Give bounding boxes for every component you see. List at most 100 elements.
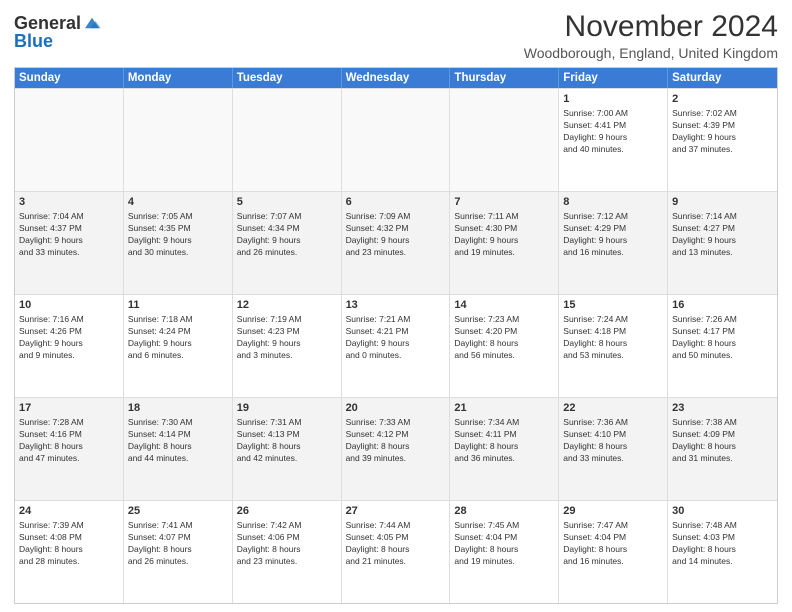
day-detail: Sunrise: 7:26 AM Sunset: 4:17 PM Dayligh… — [672, 314, 773, 362]
cal-cell-empty — [450, 89, 559, 191]
cal-cell-day-19: 19Sunrise: 7:31 AM Sunset: 4:13 PM Dayli… — [233, 398, 342, 500]
cal-cell-day-26: 26Sunrise: 7:42 AM Sunset: 4:06 PM Dayli… — [233, 501, 342, 603]
day-detail: Sunrise: 7:30 AM Sunset: 4:14 PM Dayligh… — [128, 417, 228, 465]
cal-cell-day-10: 10Sunrise: 7:16 AM Sunset: 4:26 PM Dayli… — [15, 295, 124, 397]
day-detail: Sunrise: 7:07 AM Sunset: 4:34 PM Dayligh… — [237, 211, 337, 259]
day-detail: Sunrise: 7:02 AM Sunset: 4:39 PM Dayligh… — [672, 108, 773, 156]
day-number: 12 — [237, 298, 337, 313]
day-number: 6 — [346, 195, 446, 210]
day-number: 16 — [672, 298, 773, 313]
day-detail: Sunrise: 7:16 AM Sunset: 4:26 PM Dayligh… — [19, 314, 119, 362]
day-detail: Sunrise: 7:44 AM Sunset: 4:05 PM Dayligh… — [346, 520, 446, 568]
cal-cell-day-11: 11Sunrise: 7:18 AM Sunset: 4:24 PM Dayli… — [124, 295, 233, 397]
cal-header-friday: Friday — [559, 68, 668, 88]
cal-cell-day-4: 4Sunrise: 7:05 AM Sunset: 4:35 PM Daylig… — [124, 192, 233, 294]
logo-blue: Blue — [14, 32, 53, 50]
day-detail: Sunrise: 7:11 AM Sunset: 4:30 PM Dayligh… — [454, 211, 554, 259]
cal-cell-day-17: 17Sunrise: 7:28 AM Sunset: 4:16 PM Dayli… — [15, 398, 124, 500]
cal-cell-day-3: 3Sunrise: 7:04 AM Sunset: 4:37 PM Daylig… — [15, 192, 124, 294]
cal-cell-empty — [233, 89, 342, 191]
cal-header-thursday: Thursday — [450, 68, 559, 88]
day-number: 21 — [454, 401, 554, 416]
day-number: 19 — [237, 401, 337, 416]
logo-general: General — [14, 14, 81, 32]
cal-cell-day-2: 2Sunrise: 7:02 AM Sunset: 4:39 PM Daylig… — [668, 89, 777, 191]
day-number: 9 — [672, 195, 773, 210]
day-detail: Sunrise: 7:34 AM Sunset: 4:11 PM Dayligh… — [454, 417, 554, 465]
day-detail: Sunrise: 7:04 AM Sunset: 4:37 PM Dayligh… — [19, 211, 119, 259]
day-detail: Sunrise: 7:39 AM Sunset: 4:08 PM Dayligh… — [19, 520, 119, 568]
cal-cell-day-24: 24Sunrise: 7:39 AM Sunset: 4:08 PM Dayli… — [15, 501, 124, 603]
day-detail: Sunrise: 7:05 AM Sunset: 4:35 PM Dayligh… — [128, 211, 228, 259]
calendar-header: SundayMondayTuesdayWednesdayThursdayFrid… — [15, 68, 777, 88]
day-number: 1 — [563, 92, 663, 107]
day-detail: Sunrise: 7:19 AM Sunset: 4:23 PM Dayligh… — [237, 314, 337, 362]
day-detail: Sunrise: 7:38 AM Sunset: 4:09 PM Dayligh… — [672, 417, 773, 465]
cal-cell-day-30: 30Sunrise: 7:48 AM Sunset: 4:03 PM Dayli… — [668, 501, 777, 603]
day-number: 26 — [237, 504, 337, 519]
cal-week-3: 10Sunrise: 7:16 AM Sunset: 4:26 PM Dayli… — [15, 294, 777, 397]
day-number: 23 — [672, 401, 773, 416]
cal-cell-day-7: 7Sunrise: 7:11 AM Sunset: 4:30 PM Daylig… — [450, 192, 559, 294]
day-detail: Sunrise: 7:23 AM Sunset: 4:20 PM Dayligh… — [454, 314, 554, 362]
cal-cell-empty — [15, 89, 124, 191]
day-number: 20 — [346, 401, 446, 416]
cal-week-5: 24Sunrise: 7:39 AM Sunset: 4:08 PM Dayli… — [15, 500, 777, 603]
cal-cell-day-14: 14Sunrise: 7:23 AM Sunset: 4:20 PM Dayli… — [450, 295, 559, 397]
cal-cell-day-6: 6Sunrise: 7:09 AM Sunset: 4:32 PM Daylig… — [342, 192, 451, 294]
day-number: 11 — [128, 298, 228, 313]
cal-cell-day-15: 15Sunrise: 7:24 AM Sunset: 4:18 PM Dayli… — [559, 295, 668, 397]
day-number: 13 — [346, 298, 446, 313]
cal-cell-day-13: 13Sunrise: 7:21 AM Sunset: 4:21 PM Dayli… — [342, 295, 451, 397]
day-number: 8 — [563, 195, 663, 210]
day-detail: Sunrise: 7:09 AM Sunset: 4:32 PM Dayligh… — [346, 211, 446, 259]
cal-header-wednesday: Wednesday — [342, 68, 451, 88]
day-number: 14 — [454, 298, 554, 313]
calendar: SundayMondayTuesdayWednesdayThursdayFrid… — [14, 67, 778, 604]
cal-cell-day-18: 18Sunrise: 7:30 AM Sunset: 4:14 PM Dayli… — [124, 398, 233, 500]
day-number: 4 — [128, 195, 228, 210]
day-detail: Sunrise: 7:45 AM Sunset: 4:04 PM Dayligh… — [454, 520, 554, 568]
cal-cell-day-29: 29Sunrise: 7:47 AM Sunset: 4:04 PM Dayli… — [559, 501, 668, 603]
day-detail: Sunrise: 7:12 AM Sunset: 4:29 PM Dayligh… — [563, 211, 663, 259]
cal-cell-day-16: 16Sunrise: 7:26 AM Sunset: 4:17 PM Dayli… — [668, 295, 777, 397]
day-number: 5 — [237, 195, 337, 210]
location: Woodborough, England, United Kingdom — [524, 45, 778, 61]
cal-cell-empty — [342, 89, 451, 191]
month-title: November 2024 — [524, 10, 778, 43]
logo: General Blue — [14, 14, 101, 50]
title-block: November 2024 Woodborough, England, Unit… — [524, 10, 778, 61]
day-detail: Sunrise: 7:14 AM Sunset: 4:27 PM Dayligh… — [672, 211, 773, 259]
day-detail: Sunrise: 7:21 AM Sunset: 4:21 PM Dayligh… — [346, 314, 446, 362]
day-number: 30 — [672, 504, 773, 519]
day-number: 25 — [128, 504, 228, 519]
cal-cell-day-1: 1Sunrise: 7:00 AM Sunset: 4:41 PM Daylig… — [559, 89, 668, 191]
cal-cell-day-21: 21Sunrise: 7:34 AM Sunset: 4:11 PM Dayli… — [450, 398, 559, 500]
day-number: 29 — [563, 504, 663, 519]
day-number: 7 — [454, 195, 554, 210]
cal-week-2: 3Sunrise: 7:04 AM Sunset: 4:37 PM Daylig… — [15, 191, 777, 294]
day-detail: Sunrise: 7:00 AM Sunset: 4:41 PM Dayligh… — [563, 108, 663, 156]
cal-header-saturday: Saturday — [668, 68, 777, 88]
day-detail: Sunrise: 7:41 AM Sunset: 4:07 PM Dayligh… — [128, 520, 228, 568]
day-detail: Sunrise: 7:42 AM Sunset: 4:06 PM Dayligh… — [237, 520, 337, 568]
day-detail: Sunrise: 7:18 AM Sunset: 4:24 PM Dayligh… — [128, 314, 228, 362]
cal-cell-day-22: 22Sunrise: 7:36 AM Sunset: 4:10 PM Dayli… — [559, 398, 668, 500]
cal-cell-day-12: 12Sunrise: 7:19 AM Sunset: 4:23 PM Dayli… — [233, 295, 342, 397]
header: General Blue November 2024 Woodborough, … — [14, 10, 778, 61]
cal-cell-day-27: 27Sunrise: 7:44 AM Sunset: 4:05 PM Dayli… — [342, 501, 451, 603]
cal-cell-day-20: 20Sunrise: 7:33 AM Sunset: 4:12 PM Dayli… — [342, 398, 451, 500]
day-number: 10 — [19, 298, 119, 313]
cal-cell-day-23: 23Sunrise: 7:38 AM Sunset: 4:09 PM Dayli… — [668, 398, 777, 500]
day-detail: Sunrise: 7:28 AM Sunset: 4:16 PM Dayligh… — [19, 417, 119, 465]
cal-cell-day-28: 28Sunrise: 7:45 AM Sunset: 4:04 PM Dayli… — [450, 501, 559, 603]
logo-icon — [83, 16, 101, 30]
day-number: 3 — [19, 195, 119, 210]
cal-header-tuesday: Tuesday — [233, 68, 342, 88]
day-number: 22 — [563, 401, 663, 416]
day-detail: Sunrise: 7:33 AM Sunset: 4:12 PM Dayligh… — [346, 417, 446, 465]
cal-week-4: 17Sunrise: 7:28 AM Sunset: 4:16 PM Dayli… — [15, 397, 777, 500]
cal-header-sunday: Sunday — [15, 68, 124, 88]
calendar-body: 1Sunrise: 7:00 AM Sunset: 4:41 PM Daylig… — [15, 88, 777, 603]
day-detail: Sunrise: 7:31 AM Sunset: 4:13 PM Dayligh… — [237, 417, 337, 465]
